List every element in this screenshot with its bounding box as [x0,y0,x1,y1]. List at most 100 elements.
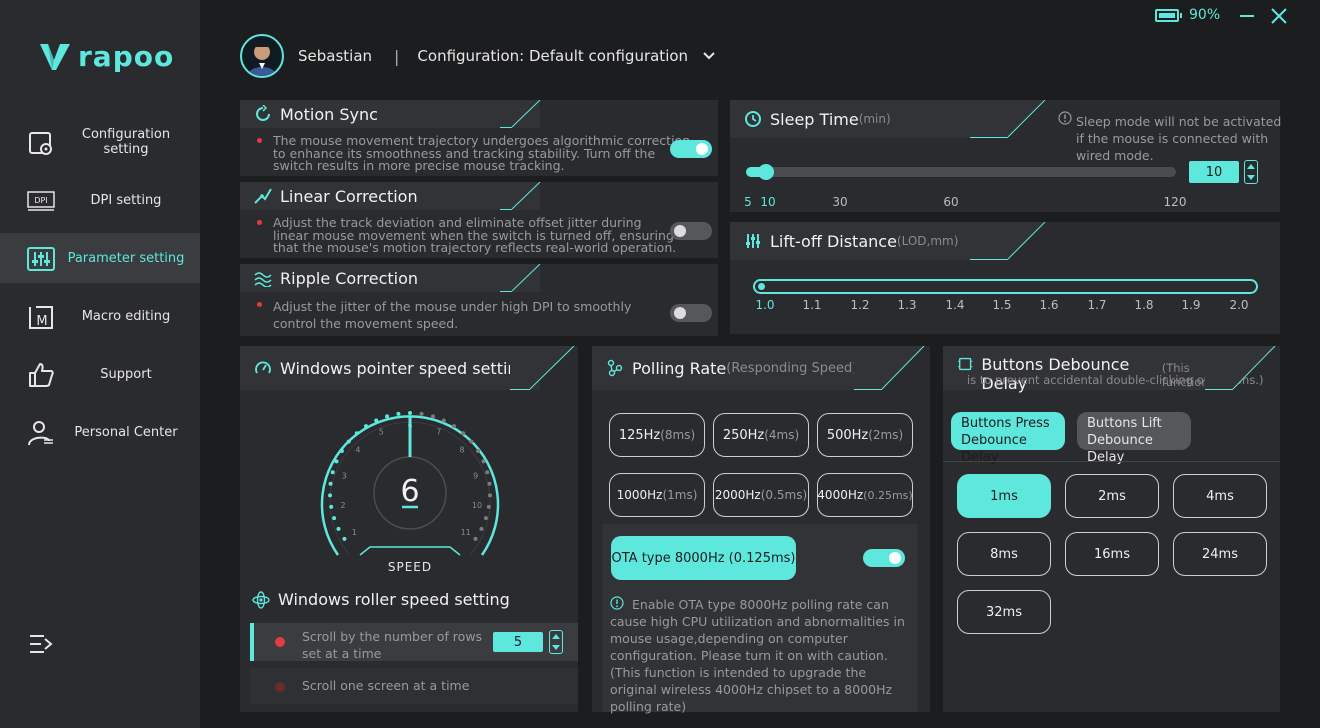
pointer-speed-title: Windows pointer speed setting [280,358,528,378]
ripple-correction-toggle[interactable] [670,304,712,322]
polling-rate-2000[interactable]: 2000Hz (0.5ms) [713,473,809,517]
gauge-scale-number: 11 [461,528,471,537]
sleep-time-title-bar: Sleep Time (min) [730,100,1000,138]
gauge-dot [486,504,491,509]
polling-icon [607,359,623,377]
divider [943,461,1280,462]
svg-text:DPI: DPI [34,196,47,205]
lift-off-title-bar: Lift-off Distance (LOD,mm) [730,222,1010,260]
debounce-option-2ms[interactable]: 2ms [1065,474,1159,518]
gauge-scale-number: 8 [460,445,465,454]
gauge-dot [485,470,490,475]
ota-8000hz-button[interactable]: OTA type 8000Hz (0.125ms) [611,536,796,580]
lod-tick-label: 2.0 [1229,298,1249,312]
debounce-option-1ms[interactable]: 1ms [957,474,1051,518]
polling-rate-title: Polling Rate [632,358,727,378]
debounce-option-24ms[interactable]: 24ms [1173,532,1267,576]
minimize-icon[interactable] [1237,6,1257,26]
title-decoration [500,182,541,210]
sidebar-item-label: DPI setting [90,192,162,208]
macro-icon: M [29,306,53,329]
tab-press-debounce[interactable]: Buttons Press Debounce Delay [951,412,1065,465]
sleep-time-unit: (min) [858,112,891,126]
lod-tick-label: 1.2 [850,298,870,312]
radio-unselected[interactable] [275,682,285,692]
sidebar-item-configuration[interactable]: Configuration setting [0,117,200,167]
user-name: Sebastian [298,47,373,65]
ripple-correction-title-bar: Ripple Correction [240,264,540,292]
gauge-dot [396,411,401,416]
radio-selected[interactable] [275,637,285,647]
sidebar-item-support[interactable]: Support [0,349,200,399]
chevron-down-icon[interactable] [702,49,716,63]
motion-sync-icon [256,105,270,121]
speedometer-icon [255,361,271,374]
sidebar-item-label: Personal Center [74,424,178,440]
debounce-option-16ms[interactable]: 16ms [1065,532,1159,576]
sidebar-item-label: Support [100,366,152,382]
bullet-dot [257,302,262,307]
polling-rate-1000[interactable]: 1000Hz (1ms) [609,473,705,517]
sidebar-item-label: Macro editing [81,308,171,324]
debounce-option-4ms[interactable]: 4ms [1173,474,1267,518]
avatar[interactable] [240,34,284,78]
lift-off-slider-track[interactable] [753,279,1258,294]
polling-rate-500[interactable]: 500Hz (2ms) [817,413,913,457]
sidebar-item-macro[interactable]: M Macro editing [0,291,200,341]
sidebar-item-personal[interactable]: Personal Center [0,407,200,457]
sleep-time-slider-thumb[interactable] [758,164,774,180]
gauge-dot [461,431,466,436]
sleep-tick-label: 120 [1163,195,1187,209]
polling-rate-250[interactable]: 250Hz (4ms) [713,413,809,457]
gauge-dot [408,411,412,415]
sleep-time-stepper[interactable] [1244,160,1258,184]
pointer-speed-title-bar: Windows pointer speed setting [240,346,540,390]
sleep-tick-label: 5 [744,195,752,209]
gauge-dot [487,493,492,498]
person-icon [28,421,53,446]
motion-sync-toggle[interactable] [670,140,712,158]
pointer-speed-gauge[interactable]: 1234567891011 6 SPEED [310,405,510,575]
gauge-dot [339,449,344,454]
title-decoration [970,222,1046,260]
roller-rows-value[interactable]: 5 [493,632,543,652]
thumbs-up-icon [29,363,54,387]
debounce-panel: Buttons Debounce Delay (This function is … [943,346,1280,712]
debounce-option-8ms[interactable]: 8ms [957,532,1051,576]
ripple-correction-icon [254,272,272,287]
dpi-icon: DPI [27,191,55,211]
app-window: rapoo Configuration setting DPI DPI sett… [0,0,1320,728]
sidebar-item-parameter[interactable]: Parameter setting [0,233,200,283]
debounce-option-32ms[interactable]: 32ms [957,590,1051,634]
configuration-selector-label[interactable]: Configuration: Default configuration [417,47,688,65]
close-icon[interactable] [1269,6,1289,26]
gauge-dot [330,470,335,475]
title-decoration [500,100,541,128]
linear-correction-description: Adjust the track deviation and eliminate… [273,215,677,255]
header-separator: | [394,46,400,66]
roller-option-rows-label: Scroll by the number of rows set at a tim… [302,629,483,661]
sleep-time-slider-track[interactable] [746,167,1176,177]
polling-rate-title-bar: Polling Rate (Responding Speed) [592,346,882,390]
tab-lift-debounce[interactable]: Buttons Lift Debounce Delay [1077,412,1191,465]
collapse-menu-icon[interactable] [28,632,54,656]
roller-rows-stepper[interactable] [549,630,563,654]
linear-correction-toggle[interactable] [670,222,712,240]
polling-rate-125[interactable]: 125Hz (8ms) [609,413,705,457]
title-decoration [500,264,541,292]
lod-tick-label: 1.6 [1039,298,1059,312]
lift-off-slider-thumb[interactable] [758,283,765,290]
sleep-time-value[interactable]: 10 [1189,161,1239,183]
gauge-dot [481,459,486,464]
ota-toggle[interactable] [863,549,905,567]
lift-off-title: Lift-off Distance [770,231,897,251]
gauge-dot [430,414,435,419]
lod-tick-label: 1.9 [1181,298,1201,312]
sidebar-item-dpi[interactable]: DPI DPI setting [0,175,200,225]
polling-rate-4000[interactable]: 4000Hz (0.25ms) [817,473,913,517]
gauge-dot [473,536,478,541]
title-decoration [970,100,1046,138]
avatar-image-icon [248,43,276,76]
bullet-dot [257,138,262,143]
sleep-time-note: Sleep mode will not be activated if the m… [1076,114,1282,163]
